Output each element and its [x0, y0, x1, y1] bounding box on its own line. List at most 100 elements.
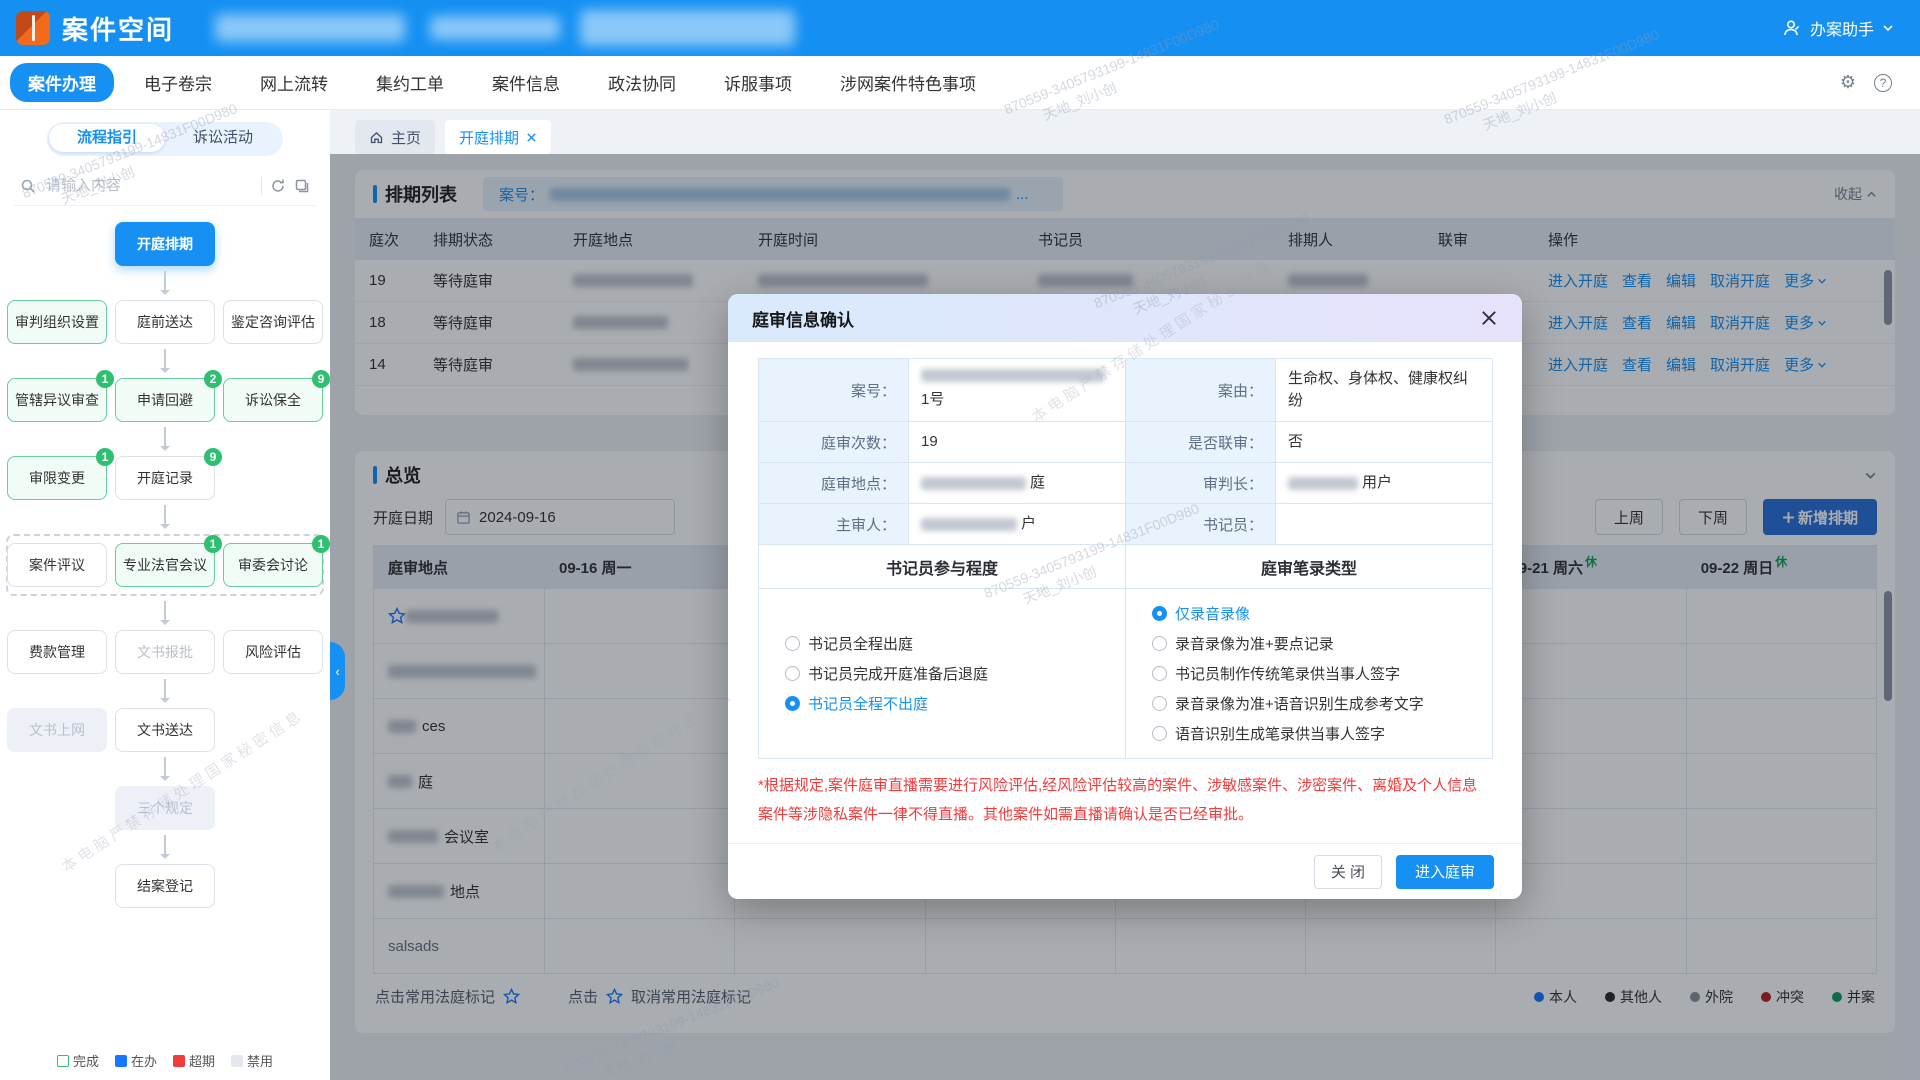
radio-av-only[interactable]: 仅录音录像 [1152, 603, 1482, 624]
flow-node-trial-limit-change[interactable]: 审限变更1 [7, 456, 107, 500]
info-row: 主审人： 户 书记员： [759, 504, 1492, 545]
flow-arrow-icon [0, 344, 330, 378]
session-count-value: 19 [909, 422, 1126, 463]
flow-arrow-icon [0, 752, 330, 786]
help-icon[interactable]: ? [1874, 74, 1892, 92]
chief-judge-label: 主审人： [759, 504, 909, 545]
tab-process-guide[interactable]: 流程指引 [49, 124, 165, 152]
radio-icon [1152, 606, 1167, 621]
live-broadcast-warning: *根据规定,案件庭审直播需要进行风险评估,经风险评估较高的案件、涉敏感案件、涉密… [758, 771, 1492, 829]
radio-clerk-full-attend[interactable]: 书记员全程出庭 [785, 633, 1115, 654]
flow-arrow-icon [0, 422, 330, 456]
radio-asr-record-sign[interactable]: 语音识别生成笔录供当事人签字 [1152, 723, 1482, 744]
case-no-value: 1号 [909, 359, 1126, 422]
flow-status-legend: 完成 在办 超期 禁用 [0, 1051, 330, 1070]
flow-node-label: 诉讼保全 [245, 390, 301, 410]
flow-node-pretrial-delivery[interactable]: 庭前送达 [115, 300, 215, 344]
flow-node-recusal-request[interactable]: 申请回避2 [115, 378, 215, 422]
flow-node-judge-meeting[interactable]: 专业法官会议1 [115, 543, 215, 587]
app-root: 案件空间 办案助手 案件办理 电子卷宗 网上流转 集约工单 案件信息 政法协同 … [0, 0, 1920, 1080]
tab-court-schedule[interactable]: 开庭排期 [445, 120, 551, 154]
flow-group-dashed: 案件评议 专业法官会议1 审委会讨论1 [6, 534, 324, 596]
search-icon [20, 178, 36, 194]
flow-node-doc-publish[interactable]: 文书上网 [7, 708, 107, 752]
radio-clerk-leave-after-prep[interactable]: 书记员完成开庭准备后退庭 [785, 663, 1115, 684]
sidebar: 流程指引 诉讼活动 开庭排期 审判组织设置 庭前送达 鉴定咨询评估 [0, 110, 330, 1080]
tab-litigation-activity[interactable]: 诉讼活动 [165, 124, 281, 152]
status-swatch-done [57, 1055, 69, 1067]
legend-label: 在办 [131, 1054, 157, 1069]
radio-traditional-record[interactable]: 书记员制作传统笔录供当事人签字 [1152, 663, 1482, 684]
flow-node-court-schedule[interactable]: 开庭排期 [115, 222, 215, 266]
nav-tab-litigation-service[interactable]: 诉服事项 [724, 70, 792, 95]
process-flowchart: 开庭排期 审判组织设置 庭前送达 鉴定咨询评估 管辖异议审查1 申请回避2 诉讼… [0, 222, 330, 908]
tab-label: 开庭排期 [459, 127, 519, 148]
radio-clerk-no-attend[interactable]: 书记员全程不出庭 [785, 693, 1115, 714]
radio-av-plus-keypoints[interactable]: 录音录像为准+要点记录 [1152, 633, 1482, 654]
flow-arrow-icon [0, 500, 330, 534]
layers-icon[interactable] [294, 178, 310, 194]
joint-value: 否 [1276, 422, 1493, 463]
redacted-header-text [580, 10, 795, 46]
redacted-header-text [215, 14, 405, 42]
flow-node-fee-management[interactable]: 费款管理 [7, 630, 107, 674]
flow-node-doc-delivery[interactable]: 文书送达 [115, 708, 215, 752]
assistant-menu[interactable]: 办案助手 [1782, 16, 1894, 40]
search-input[interactable] [44, 176, 253, 195]
nav-tab-political-legal[interactable]: 政法协同 [608, 70, 676, 95]
close-icon[interactable] [1480, 309, 1498, 327]
flow-arrow-icon [0, 830, 330, 864]
flow-node-case-review[interactable]: 案件评议 [7, 543, 107, 587]
nav-tab-web-case[interactable]: 涉网案件特色事项 [840, 70, 976, 95]
sidebar-collapse-handle[interactable]: ‹ [330, 642, 345, 700]
hearing-confirm-dialog: 庭审信息确认 案号： 1号 案由： 生命权、身体权、健康权纠纷 庭审次数： 19… [728, 294, 1522, 899]
case-no-label: 案号： [759, 359, 909, 422]
flow-node-case-closing[interactable]: 结案登记 [115, 864, 215, 908]
nav-tab-case-info[interactable]: 案件信息 [492, 70, 560, 95]
nav-tab-centralized-orders[interactable]: 集约工单 [376, 70, 444, 95]
location-value: 庭 [909, 463, 1126, 504]
nav-tab-case-handling[interactable]: 案件办理 [10, 63, 114, 102]
radio-av-plus-asr-reference[interactable]: 录音录像为准+语音识别生成参考文字 [1152, 693, 1482, 714]
close-icon[interactable] [526, 132, 537, 143]
flow-node-risk-assessment[interactable]: 风险评估 [223, 630, 323, 674]
radio-icon [785, 696, 800, 711]
assistant-label: 办案助手 [1810, 16, 1874, 40]
section-headers: 书记员参与程度 庭审笔录类型 [759, 545, 1492, 589]
count-badge: 1 [204, 535, 222, 553]
flow-node-litigation-preservation[interactable]: 诉讼保全9 [223, 378, 323, 422]
radio-groups: 书记员全程出庭 书记员完成开庭准备后退庭 书记员全程不出庭 仅录音录像 录音录像… [759, 589, 1492, 759]
flow-node-label: 审限变更 [29, 468, 85, 488]
count-badge: 1 [96, 448, 114, 466]
flow-node-hearing-record[interactable]: 开庭记录9 [115, 456, 215, 500]
flow-node-appraisal-consult[interactable]: 鉴定咨询评估 [223, 300, 323, 344]
breadcrumb: 主页 开庭排期 [355, 120, 1920, 154]
nav-tab-online-flow[interactable]: 网上流转 [260, 70, 328, 95]
count-badge: 1 [96, 370, 114, 388]
dialog-header: 庭审信息确认 [728, 294, 1522, 342]
sidebar-search [14, 166, 316, 206]
flow-node-trial-org-setup[interactable]: 审判组织设置 [7, 300, 107, 344]
clerk-label: 书记员： [1126, 504, 1276, 545]
redacted-header-text [430, 16, 560, 40]
gear-icon[interactable]: ⚙ [1840, 74, 1856, 92]
dialog-footer: 关 闭 进入庭审 [728, 843, 1522, 899]
enter-hearing-button[interactable]: 进入庭审 [1396, 855, 1494, 889]
presiding-judge-value: 用户 [1276, 463, 1493, 504]
flow-node-committee-discussion[interactable]: 审委会讨论1 [223, 543, 323, 587]
participation-options: 书记员全程出庭 书记员完成开庭准备后退庭 书记员全程不出庭 [759, 589, 1126, 759]
cause-value: 生命权、身体权、健康权纠纷 [1276, 359, 1493, 422]
flow-node-three-rules[interactable]: 三个规定 [115, 786, 215, 830]
status-swatch-active [115, 1055, 127, 1067]
radio-icon [1152, 726, 1167, 741]
refresh-icon[interactable] [270, 178, 286, 194]
tab-home[interactable]: 主页 [355, 120, 435, 154]
flow-node-jurisdiction-objection[interactable]: 管辖异议审查1 [7, 378, 107, 422]
tab-label: 主页 [391, 127, 421, 148]
close-button[interactable]: 关 闭 [1314, 855, 1382, 889]
status-swatch-disabled [231, 1055, 243, 1067]
home-icon [369, 130, 384, 145]
nav-tab-e-dossier[interactable]: 电子卷宗 [144, 70, 212, 95]
flow-node-doc-approval[interactable]: 文书报批 [115, 630, 215, 674]
dialog-title: 庭审信息确认 [752, 306, 854, 331]
